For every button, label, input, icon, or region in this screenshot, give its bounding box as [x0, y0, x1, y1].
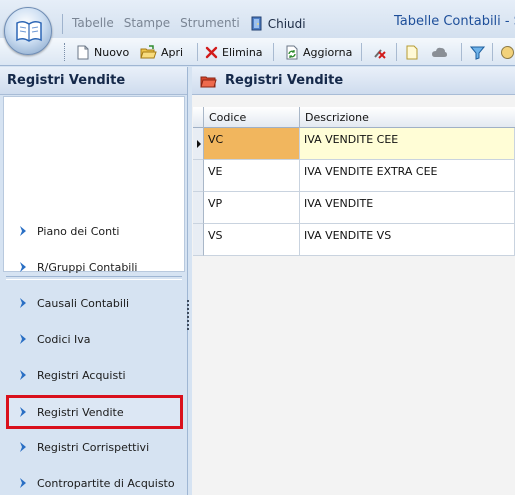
refresh-button-label: Aggiorna: [303, 45, 353, 59]
nav-item-registri-acquisti[interactable]: Registri Acquisti: [8, 359, 180, 391]
nav-item-codici-iva[interactable]: Codici Iva: [8, 323, 180, 355]
new-button[interactable]: Nuovo: [76, 42, 129, 62]
cloud-icon: [432, 47, 447, 57]
cloud-button[interactable]: [431, 42, 448, 62]
content-panel-title: Registri Vendite: [225, 73, 344, 88]
cell-codice[interactable]: VP: [204, 192, 300, 224]
filter-funnel-icon: [470, 46, 485, 60]
chevron-right-icon: [20, 407, 26, 417]
extra-button[interactable]: [500, 42, 515, 62]
nav-item-label: Codici Iva: [37, 332, 91, 346]
app-menu-button[interactable]: [4, 7, 52, 55]
main-menu: Tabelle Stampe Strumenti Chiudi: [72, 16, 326, 31]
chevron-right-icon: [20, 226, 26, 236]
open-folder-icon: [140, 44, 157, 58]
nav-item-contropartite-di-acquisto[interactable]: Contropartite di Acquisto: [8, 467, 180, 495]
row-header[interactable]: [193, 128, 204, 160]
new-document-icon: [77, 45, 89, 59]
toolbar-separator: [396, 43, 397, 61]
content-panel-header: Registri Vendite: [192, 67, 515, 95]
tools-x-icon: [374, 48, 386, 59]
toolbar-grip[interactable]: [64, 43, 67, 61]
chevron-right-icon: [20, 478, 26, 488]
cell-codice[interactable]: VE: [204, 160, 300, 192]
door-icon: [251, 16, 262, 31]
menu-strumenti[interactable]: Strumenti: [180, 16, 240, 31]
separator: [62, 14, 63, 34]
toolbar-separator: [492, 43, 493, 61]
cell-descrizione[interactable]: IVA VENDITE CEE: [300, 128, 515, 160]
chevron-right-icon: [20, 298, 26, 308]
menu-tabelle[interactable]: Tabelle: [72, 16, 114, 31]
current-row-arrow-icon: [197, 140, 201, 148]
cell-codice[interactable]: VC: [204, 128, 300, 160]
navigation-panel: Registri Vendite Piano dei Conti R/Grupp…: [0, 67, 188, 495]
refresh-document-icon: [286, 45, 298, 59]
close-menu-button[interactable]: Chiudi: [250, 16, 316, 31]
nav-item-label: Contropartite di Acquisto: [37, 476, 175, 490]
cell-codice[interactable]: VS: [204, 224, 300, 256]
nav-item-registri-vendite[interactable]: Registri Vendite: [6, 395, 183, 429]
table-row[interactable]: VS IVA VENDITE VS: [204, 224, 515, 256]
row-header[interactable]: [193, 224, 204, 256]
tools-cancel-button[interactable]: [372, 42, 387, 62]
toolbar-separator: [273, 43, 274, 61]
filter-button[interactable]: [470, 42, 485, 62]
refresh-button[interactable]: Aggiorna: [285, 42, 352, 62]
chevron-right-icon: [20, 262, 26, 272]
book-icon: [16, 20, 42, 42]
nav-item-gruppi-contabili[interactable]: R/Gruppi Contabili: [8, 251, 180, 283]
content-panel: Registri Vendite Codice Descrizione VC I…: [192, 67, 515, 495]
toolbar-separator: [461, 43, 462, 61]
chevron-right-icon: [20, 370, 26, 380]
open-button[interactable]: Apri: [140, 42, 183, 62]
panel-resize-grip[interactable]: [187, 300, 190, 330]
delete-x-icon: [205, 46, 218, 58]
nav-item-registri-corrispettivi[interactable]: Registri Corrispettivi: [8, 431, 180, 463]
chevron-right-icon: [20, 334, 26, 344]
grid-corner: [193, 107, 204, 128]
nav-item-label: Registri Corrispettivi: [37, 440, 150, 454]
folder-icon: [200, 76, 217, 87]
grid-header: Codice Descrizione: [193, 107, 515, 128]
delete-button[interactable]: Elimina: [205, 42, 263, 62]
row-header[interactable]: [193, 192, 204, 224]
column-header-codice[interactable]: Codice: [204, 107, 300, 128]
chevron-right-icon: [20, 442, 26, 452]
nav-item-label: Piano dei Conti: [37, 224, 120, 238]
window-title: Tabelle Contabili - Sc: [394, 14, 515, 29]
table-row[interactable]: VP IVA VENDITE: [204, 192, 515, 224]
close-menu-label: Chiudi: [267, 16, 306, 31]
toolbar-separator: [361, 43, 362, 61]
row-header[interactable]: [193, 160, 204, 192]
table-row[interactable]: VE IVA VENDITE EXTRA CEE: [204, 160, 515, 192]
nav-item-piano-dei-conti[interactable]: Piano dei Conti: [8, 215, 180, 247]
delete-button-label: Elimina: [222, 45, 263, 59]
nav-item-label: Registri Vendite: [37, 405, 124, 419]
cell-descrizione[interactable]: IVA VENDITE EXTRA CEE: [300, 160, 515, 192]
navigation-panel-title: Registri Vendite: [0, 67, 187, 95]
nav-item-label: R/Gruppi Contabili: [37, 260, 138, 274]
nav-item-causali-contabili[interactable]: Causali Contabili: [8, 287, 180, 319]
cell-descrizione[interactable]: IVA VENDITE VS: [300, 224, 515, 256]
circle-icon: [501, 45, 514, 59]
nav-item-label: Causali Contabili: [37, 296, 130, 310]
cell-descrizione[interactable]: IVA VENDITE: [300, 192, 515, 224]
toolbar-separator: [197, 43, 198, 61]
blank-page-button[interactable]: [405, 42, 419, 62]
blank-page-icon: [406, 45, 418, 59]
new-button-label: Nuovo: [94, 45, 130, 59]
table-row[interactable]: VC IVA VENDITE CEE: [204, 128, 515, 160]
column-header-descrizione[interactable]: Descrizione: [300, 107, 515, 128]
open-button-label: Apri: [161, 45, 184, 59]
toolbar: Nuovo Apri Elimina Aggiorna: [0, 38, 515, 66]
nav-item-label: Registri Acquisti: [37, 368, 126, 382]
menu-stampe[interactable]: Stampe: [124, 16, 170, 31]
